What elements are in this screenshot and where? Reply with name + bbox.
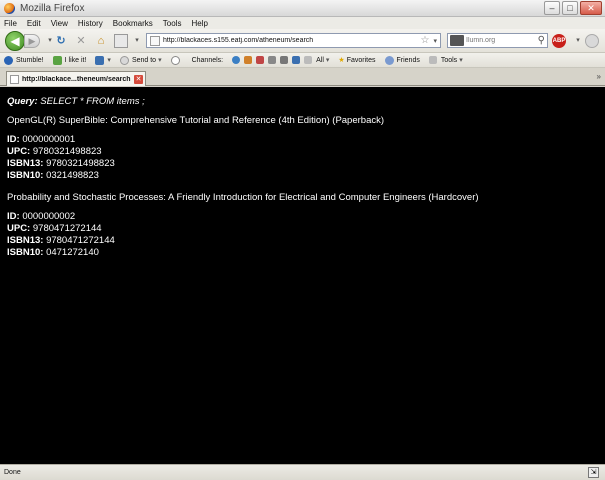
screenshot-dropdown-icon[interactable]: ▾	[130, 34, 144, 48]
menu-edit[interactable]: Edit	[27, 19, 41, 28]
adblock-icon[interactable]: ABP	[552, 34, 566, 48]
item-fields: ID: 0000000002 UPC: 9780471272144 ISBN13…	[7, 211, 605, 259]
page-favicon-icon	[150, 35, 160, 46]
item-title: OpenGL(R) SuperBible: Comprehensive Tuto…	[7, 115, 385, 126]
menu-bar: File Edit View History Bookmarks Tools H…	[0, 17, 605, 29]
url-dropdown-icon[interactable]: ▾	[433, 37, 437, 45]
people-icon[interactable]	[244, 56, 253, 64]
query-text: SELECT * FROM items ;	[40, 96, 145, 107]
menu-bookmarks[interactable]: Bookmarks	[113, 19, 153, 28]
status-extension-icon[interactable]: ⇲	[588, 467, 599, 478]
forward-button[interactable]: ▶	[24, 34, 40, 48]
query-line: Query: SELECT * FROM items ;	[7, 96, 605, 108]
window-title: Mozilla Firefox	[20, 2, 85, 14]
home-icon[interactable]: ⌂	[94, 34, 108, 48]
item-title: Probability and Stochastic Processes: A …	[7, 192, 479, 203]
send-icon	[119, 55, 129, 65]
extension-icon[interactable]	[585, 34, 599, 48]
field-isbn10: ISBN10: 0471272140	[7, 247, 99, 258]
chat-icon	[170, 55, 180, 65]
window-controls: – □ ✕	[544, 1, 602, 15]
tools-button[interactable]: Tools ▾	[441, 56, 463, 65]
channels-label: Channels:	[191, 56, 224, 64]
send-to-button[interactable]: Send to ▾	[119, 55, 162, 65]
field-isbn13: ISBN13: 9780321498823	[7, 158, 115, 169]
stumble-button[interactable]: Stumble!	[4, 55, 44, 65]
tab-close-icon[interactable]: ✕	[134, 74, 143, 84]
reload-icon[interactable]: ↻	[54, 34, 68, 48]
maximize-button[interactable]: □	[562, 1, 578, 15]
close-window-button[interactable]: ✕	[580, 1, 602, 15]
news-icon[interactable]	[280, 56, 289, 64]
tab-label: http://blackace...theneum/search	[22, 75, 131, 83]
field-id: ID: 0000000002	[7, 211, 76, 222]
back-button[interactable]: ◀	[5, 31, 25, 51]
bookmark-star-icon[interactable]: ☆	[421, 35, 430, 46]
status-text: Done	[4, 469, 21, 476]
query-label: Query:	[7, 96, 38, 107]
search-input[interactable]	[466, 37, 526, 44]
menu-tools[interactable]: Tools	[163, 19, 182, 28]
thumbs-up-icon	[52, 55, 62, 65]
like-button[interactable]: I like it!	[52, 55, 86, 65]
tag-icon[interactable]	[304, 56, 313, 64]
menu-view[interactable]: View	[51, 19, 68, 28]
all-channels-button[interactable]: All ▾	[316, 56, 329, 65]
stumble-icon	[4, 55, 13, 65]
menu-help[interactable]: Help	[191, 19, 207, 28]
tab-favicon-icon	[10, 74, 19, 84]
status-bar: Done ⇲	[0, 464, 605, 480]
tab-list-icon[interactable]: »	[597, 72, 601, 81]
screenshot-icon[interactable]	[114, 34, 128, 48]
window-titlebar: Mozilla Firefox – □ ✕	[0, 0, 605, 17]
stumbleupon-toolbar: Stumble! I like it! ▾ Send to ▾ Channels…	[0, 53, 605, 68]
firefox-icon	[4, 2, 15, 14]
menu-history[interactable]: History	[78, 19, 103, 28]
chat-button[interactable]	[170, 55, 183, 65]
camera-icon[interactable]	[268, 56, 277, 64]
profile-icon[interactable]	[428, 56, 437, 64]
search-box[interactable]: ⚲	[447, 33, 548, 48]
favorites-button[interactable]: ★ Favorites	[338, 56, 375, 65]
url-bar[interactable]: ☆ ▾	[146, 33, 441, 48]
tab-bar: http://blackace...theneum/search ✕ »	[0, 68, 605, 86]
gear-icon[interactable]	[292, 56, 301, 64]
page-content: Query: SELECT * FROM items ; OpenGL(R) S…	[0, 87, 605, 464]
field-id: ID: 0000000001	[7, 134, 76, 145]
search-engine-icon[interactable]	[450, 35, 464, 46]
search-icon[interactable]: ⚲	[538, 35, 545, 46]
url-input[interactable]	[163, 34, 421, 47]
item-fields: ID: 0000000001 UPC: 9780321498823 ISBN13…	[7, 134, 605, 182]
navigation-toolbar: ◀ ▶ ▾ ↻ ✕ ⌂ ▾ ☆ ▾ ⚲ ABP ▾	[0, 29, 605, 53]
video-icon[interactable]	[256, 56, 265, 64]
field-upc: UPC: 9780321498823	[7, 146, 102, 157]
minimize-button[interactable]: –	[544, 1, 560, 15]
tab-search[interactable]: http://blackace...theneum/search ✕	[6, 71, 146, 86]
adblock-dropdown-icon[interactable]: ▾	[571, 34, 585, 48]
thumbs-down-icon	[95, 55, 105, 65]
friends-button[interactable]: Friends	[384, 55, 420, 65]
friends-icon	[384, 55, 394, 65]
field-upc: UPC: 9780471272144	[7, 223, 102, 234]
stop-icon[interactable]: ✕	[74, 34, 88, 48]
globe-icon[interactable]	[232, 56, 241, 64]
field-isbn10: ISBN10: 0321498823	[7, 170, 99, 181]
star-icon: ★	[338, 57, 345, 64]
dislike-button[interactable]: ▾	[95, 55, 111, 65]
field-isbn13: ISBN13: 9780471272144	[7, 235, 115, 246]
menu-file[interactable]: File	[4, 19, 17, 28]
